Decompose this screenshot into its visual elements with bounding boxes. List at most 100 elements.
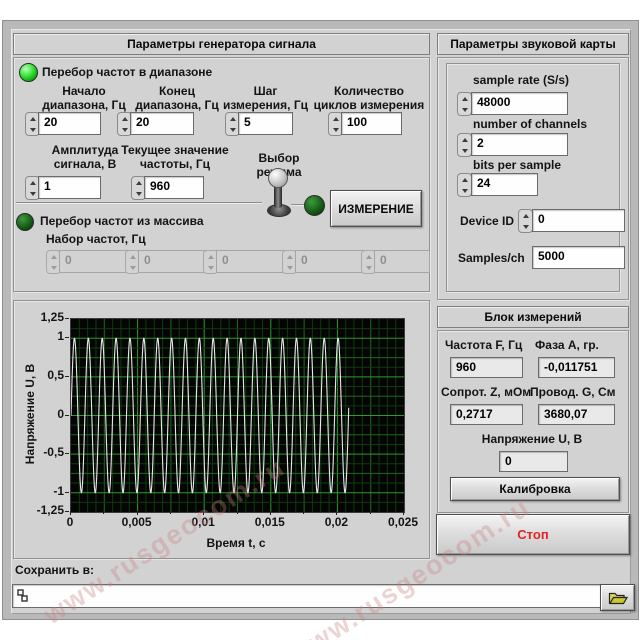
bits-spinner[interactable] — [457, 173, 472, 197]
open-folder-icon — [608, 591, 628, 605]
sample-rate-spinner[interactable] — [457, 92, 472, 116]
x-tick-label: 0,025 — [381, 515, 425, 529]
range-start-field[interactable]: 20 — [38, 112, 101, 135]
y-tick-label: 1,25 — [24, 310, 64, 324]
voltage-ind-field: 0 — [499, 451, 568, 472]
calibrate-button[interactable]: Калибровка — [450, 477, 620, 501]
frequency-ind-label: Частота F, Гц — [445, 338, 522, 352]
current-frequency-label: Текущее значение частоты, Гц — [115, 143, 235, 171]
waveform-plot-area — [70, 318, 405, 513]
y-tick-mark — [65, 511, 69, 512]
x-minor-tick-mark — [303, 511, 304, 514]
stop-button[interactable]: Стоп — [436, 514, 630, 555]
y-tick-label: 1 — [24, 329, 64, 343]
samples-per-ch-field[interactable]: 5000 — [532, 246, 625, 269]
y-tick-mark — [65, 337, 69, 338]
channels-label: number of channels — [473, 117, 587, 131]
conductance-ind-field: 3680,07 — [538, 404, 615, 425]
browse-button[interactable] — [600, 584, 635, 611]
samples-per-ch-label: Samples/ch — [458, 251, 525, 265]
range-mode-label: Перебор частот в диапазоне — [42, 65, 212, 79]
x-minor-tick-mark — [237, 511, 238, 514]
y-tick-mark — [65, 492, 69, 493]
device-id-spinner[interactable] — [518, 209, 533, 233]
bits-label: bits per sample — [473, 158, 561, 172]
spin-up-button[interactable] — [458, 174, 471, 185]
bits-field[interactable]: 24 — [471, 173, 538, 196]
x-minor-tick-mark — [103, 511, 104, 514]
y-tick-label: -1 — [24, 484, 64, 498]
phase-ind-label: Фаза А, гр. — [535, 338, 599, 352]
spin-up-button[interactable] — [458, 93, 471, 104]
x-tick-label: 0,005 — [115, 515, 159, 529]
waveform-plot — [71, 319, 404, 512]
x-tick-mark — [70, 511, 71, 515]
measure-mode-led — [304, 195, 325, 216]
cycles-field[interactable]: 100 — [341, 112, 402, 135]
freq-array-field-5: 0 — [374, 250, 430, 273]
step-label: Шаг измерения, Гц — [213, 84, 318, 112]
generator-panel-title: Параметры генератора сигнала — [13, 33, 430, 55]
x-tick-mark — [336, 511, 337, 515]
impedance-ind-field: 0,2717 — [450, 404, 523, 425]
soundcard-panel-title: Параметры звуковой карты — [437, 33, 629, 55]
y-tick-mark — [65, 376, 69, 377]
mode-toggle-switch[interactable] — [263, 168, 293, 216]
y-tick-label: 0 — [24, 407, 64, 421]
x-tick-label: 0,02 — [314, 515, 358, 529]
app-screen: Параметры генератора сигнала Перебор час… — [0, 0, 640, 640]
x-minor-tick-mark — [170, 511, 171, 514]
spin-down-button[interactable] — [458, 104, 471, 115]
impedance-ind-label: Сопрот. Z, мОм — [441, 385, 531, 399]
frequency-ind-field: 960 — [450, 357, 523, 378]
channels-field[interactable]: 2 — [471, 133, 568, 156]
y-tick-label: 0,5 — [24, 368, 64, 382]
device-id-field[interactable]: 0 — [532, 209, 625, 232]
array-mode-label: Перебор частот из массива — [40, 214, 204, 228]
channels-spinner[interactable] — [457, 133, 472, 157]
device-id-label: Device ID — [460, 214, 514, 228]
step-field[interactable]: 5 — [238, 112, 293, 135]
x-minor-tick-mark — [370, 511, 371, 514]
x-axis-label: Время t, с — [166, 536, 306, 550]
range-end-field[interactable]: 20 — [130, 112, 194, 135]
y-tick-mark — [65, 318, 69, 319]
freq-array-field-1: 0 — [59, 250, 129, 273]
y-tick-mark — [65, 453, 69, 454]
cycles-label: Количество циклов измерения — [310, 84, 428, 112]
x-tick-label: 0,01 — [181, 515, 225, 529]
measure-button[interactable]: ИЗМЕРЕНИЕ — [330, 190, 422, 227]
save-path-input[interactable] — [12, 584, 612, 608]
spin-down-button[interactable] — [458, 185, 471, 196]
x-tick-label: 0 — [48, 515, 92, 529]
x-tick-mark — [270, 511, 271, 515]
sample-rate-field[interactable]: 48000 — [471, 92, 568, 115]
x-tick-mark — [137, 511, 138, 515]
save-to-label: Сохранить в: — [15, 563, 94, 577]
x-tick-label: 0,015 — [248, 515, 292, 529]
sample-rate-label: sample rate (S/s) — [473, 73, 569, 87]
toggle-knob[interactable] — [268, 168, 288, 188]
spin-down-button[interactable] — [458, 145, 471, 156]
path-type-icon — [17, 589, 29, 603]
y-tick-label: -0,5 — [24, 445, 64, 459]
conductance-ind-label: Провод. G, См — [530, 385, 616, 399]
x-tick-mark — [203, 511, 204, 515]
freq-array-field-2: 0 — [138, 250, 208, 273]
voltage-ind-label: Напряжение U, В — [443, 432, 621, 446]
array-mode-led — [16, 213, 34, 231]
x-tick-mark — [403, 511, 404, 515]
current-frequency-field[interactable]: 960 — [144, 176, 204, 199]
frequency-set-label: Набор частот, Гц — [46, 232, 146, 246]
spin-up-button[interactable] — [519, 210, 532, 221]
range-mode-led — [19, 63, 38, 82]
spin-down-button[interactable] — [519, 221, 532, 232]
measurement-panel-title: Блок измерений — [437, 306, 629, 328]
spin-up-button[interactable] — [458, 134, 471, 145]
y-tick-mark — [65, 415, 69, 416]
freq-array-field-3: 0 — [216, 250, 287, 273]
amplitude-field[interactable]: 1 — [38, 176, 101, 199]
freq-array-field-4: 0 — [295, 250, 364, 273]
mode-separator-line — [16, 202, 262, 203]
phase-ind-field: -0,011751 — [538, 357, 615, 378]
